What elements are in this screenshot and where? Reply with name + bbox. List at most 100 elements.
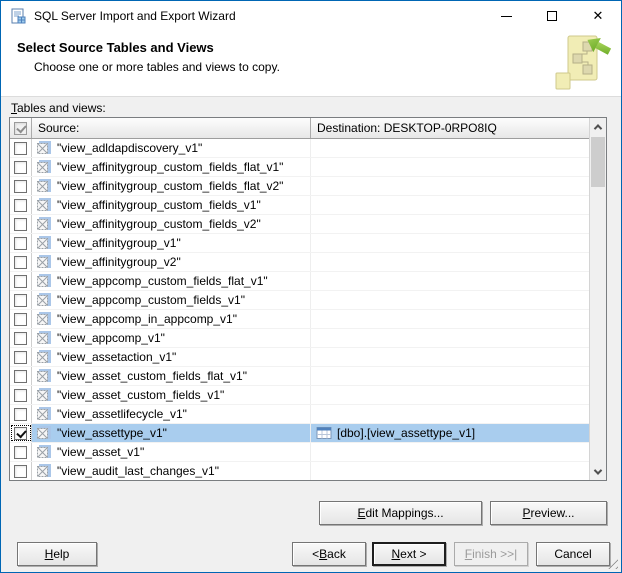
source-cell[interactable]: "view_audit_last_changes_v1" <box>32 462 311 480</box>
row-checkbox-box[interactable] <box>14 217 27 231</box>
row-checkbox-box[interactable] <box>14 331 27 345</box>
row-checkbox-box[interactable] <box>14 388 27 402</box>
destination-cell[interactable] <box>311 177 589 195</box>
source-cell[interactable]: "view_appcomp_custom_fields_v1" <box>32 291 311 309</box>
source-cell[interactable]: "view_appcomp_custom_fields_flat_v1" <box>32 272 311 290</box>
minimize-button[interactable] <box>483 1 529 31</box>
destination-cell[interactable] <box>311 158 589 176</box>
source-cell[interactable]: "view_asset_custom_fields_v1" <box>32 386 311 404</box>
row-checkbox[interactable] <box>10 253 32 271</box>
next-button[interactable]: Next > <box>372 542 446 566</box>
source-cell[interactable]: "view_affinitygroup_custom_fields_flat_v… <box>32 177 311 195</box>
row-checkbox-box[interactable] <box>14 160 27 174</box>
cancel-button[interactable]: Cancel <box>536 542 610 566</box>
table-row[interactable]: "view_affinitygroup_v1" <box>10 234 589 253</box>
table-row[interactable]: "view_asset_v1" <box>10 443 589 462</box>
table-row[interactable]: "view_affinitygroup_custom_fields_flat_v… <box>10 158 589 177</box>
row-checkbox-box[interactable] <box>14 445 27 459</box>
table-row[interactable]: "view_affinitygroup_custom_fields_v1" <box>10 196 589 215</box>
destination-cell[interactable] <box>311 272 589 290</box>
source-column-header[interactable]: Source: <box>32 118 311 138</box>
row-checkbox-box[interactable] <box>14 407 27 421</box>
destination-cell[interactable] <box>311 329 589 347</box>
select-all-checkbox[interactable] <box>10 118 32 138</box>
preview-button[interactable]: Preview... <box>490 501 607 525</box>
row-checkbox[interactable] <box>10 329 32 347</box>
source-cell[interactable]: "view_affinitygroup_custom_fields_v1" <box>32 196 311 214</box>
table-row[interactable]: "view_assetlifecycle_v1" <box>10 405 589 424</box>
destination-cell[interactable] <box>311 253 589 271</box>
destination-cell[interactable] <box>311 234 589 252</box>
destination-cell[interactable] <box>311 386 589 404</box>
destination-cell[interactable] <box>311 310 589 328</box>
source-cell[interactable]: "view_asset_v1" <box>32 443 311 461</box>
source-cell[interactable]: "view_appcomp_v1" <box>32 329 311 347</box>
maximize-button[interactable] <box>529 1 575 31</box>
row-checkbox-box[interactable] <box>14 255 27 269</box>
source-cell[interactable]: "view_affinitygroup_v1" <box>32 234 311 252</box>
destination-cell[interactable] <box>311 215 589 233</box>
table-row[interactable]: "view_affinitygroup_custom_fields_v2" <box>10 215 589 234</box>
table-row[interactable]: "view_asset_custom_fields_v1" <box>10 386 589 405</box>
select-all-checkbox-box[interactable] <box>14 121 27 135</box>
row-checkbox[interactable] <box>10 348 32 366</box>
table-row[interactable]: "view_appcomp_v1" <box>10 329 589 348</box>
source-cell[interactable]: "view_affinitygroup_custom_fields_v2" <box>32 215 311 233</box>
row-checkbox[interactable] <box>10 234 32 252</box>
destination-cell[interactable] <box>311 348 589 366</box>
row-checkbox-box[interactable] <box>14 350 27 364</box>
destination-column-header[interactable]: Destination: DESKTOP-0RPO8IQ <box>311 118 589 138</box>
row-checkbox[interactable] <box>10 310 32 328</box>
row-checkbox[interactable] <box>10 158 32 176</box>
row-checkbox-box[interactable] <box>14 464 27 478</box>
source-cell[interactable]: "view_affinitygroup_custom_fields_flat_v… <box>32 158 311 176</box>
table-row[interactable]: "view_assetaction_v1" <box>10 348 589 367</box>
back-button[interactable]: < Back <box>292 542 366 566</box>
row-checkbox-box[interactable] <box>14 293 27 307</box>
source-cell[interactable]: "view_assettype_v1" <box>32 424 311 442</box>
row-checkbox[interactable] <box>10 139 32 157</box>
table-row[interactable]: "view_adldapdiscovery_v1" <box>10 139 589 158</box>
row-checkbox[interactable] <box>10 462 32 480</box>
destination-cell[interactable] <box>311 405 589 423</box>
row-checkbox[interactable] <box>10 196 32 214</box>
row-checkbox[interactable] <box>10 443 32 461</box>
table-row[interactable]: "view_appcomp_in_appcomp_v1" <box>10 310 589 329</box>
table-row[interactable]: "view_affinitygroup_v2" <box>10 253 589 272</box>
row-checkbox-box[interactable] <box>14 369 27 383</box>
source-cell[interactable]: "view_assetaction_v1" <box>32 348 311 366</box>
row-checkbox[interactable] <box>10 405 32 423</box>
table-row[interactable]: "view_affinitygroup_custom_fields_flat_v… <box>10 177 589 196</box>
destination-cell[interactable] <box>311 367 589 385</box>
row-checkbox[interactable] <box>10 272 32 290</box>
table-row[interactable]: "view_assettype_v1" [dbo].[view_assettyp… <box>10 424 589 443</box>
destination-cell[interactable]: [dbo].[view_assettype_v1] <box>311 424 589 442</box>
table-row[interactable]: "view_asset_custom_fields_flat_v1" <box>10 367 589 386</box>
row-checkbox[interactable] <box>10 367 32 385</box>
destination-cell[interactable] <box>311 291 589 309</box>
vertical-scrollbar[interactable] <box>589 118 606 480</box>
help-button[interactable]: Help <box>17 542 97 566</box>
row-checkbox-box[interactable] <box>14 236 27 250</box>
destination-cell[interactable] <box>311 196 589 214</box>
finish-button[interactable]: Finish >>| <box>454 542 528 566</box>
row-checkbox[interactable] <box>10 177 32 195</box>
source-cell[interactable]: "view_adldapdiscovery_v1" <box>32 139 311 157</box>
row-checkbox[interactable] <box>10 424 32 442</box>
source-cell[interactable]: "view_asset_custom_fields_flat_v1" <box>32 367 311 385</box>
source-cell[interactable]: "view_appcomp_in_appcomp_v1" <box>32 310 311 328</box>
row-checkbox[interactable] <box>10 386 32 404</box>
row-checkbox[interactable] <box>10 291 32 309</box>
scroll-up-button[interactable] <box>590 118 606 135</box>
row-checkbox-box[interactable] <box>14 312 27 326</box>
close-button[interactable]: ✕ <box>575 1 621 31</box>
edit-mappings-button[interactable]: Edit Mappings... <box>319 501 482 525</box>
row-checkbox-box[interactable] <box>14 426 27 440</box>
destination-cell[interactable] <box>311 443 589 461</box>
table-row[interactable]: "view_appcomp_custom_fields_flat_v1" <box>10 272 589 291</box>
row-checkbox-box[interactable] <box>14 198 27 212</box>
row-checkbox-box[interactable] <box>14 179 27 193</box>
destination-cell[interactable] <box>311 462 589 480</box>
table-row[interactable]: "view_appcomp_custom_fields_v1" <box>10 291 589 310</box>
destination-cell[interactable] <box>311 139 589 157</box>
